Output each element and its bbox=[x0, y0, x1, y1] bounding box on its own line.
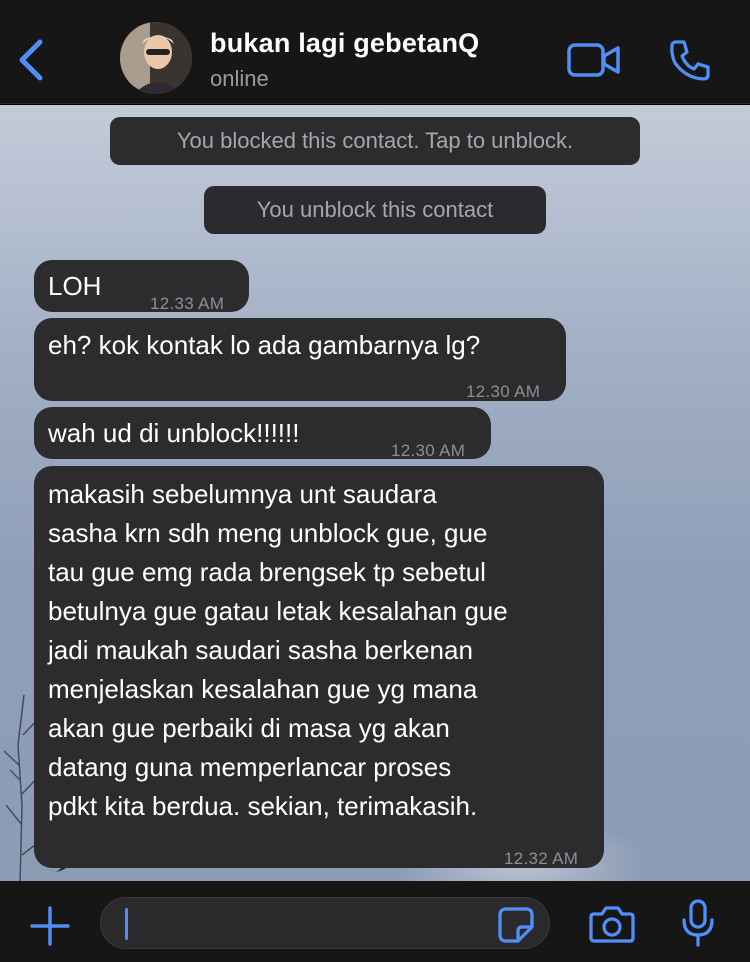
message-time: 12.30 AM bbox=[466, 382, 541, 401]
microphone-icon[interactable] bbox=[680, 898, 716, 948]
message-input[interactable] bbox=[100, 897, 550, 949]
message-bubble[interactable]: eh? kok kontak lo ada gambarnya lg? 12.3… bbox=[34, 318, 566, 401]
message-bubble[interactable]: makasih sebelumnya unt saudara sasha krn… bbox=[34, 466, 604, 872]
system-message-blocked[interactable]: You blocked this contact. Tap to unblock… bbox=[110, 117, 640, 165]
message-bubble[interactable]: LOH 12.33 AM bbox=[34, 260, 249, 313]
plus-icon[interactable] bbox=[28, 904, 72, 948]
message-bubble[interactable]: wah ud di unblock!!!!!! 12.30 AM bbox=[34, 407, 491, 460]
message-text: eh? kok kontak lo ada gambarnya lg? bbox=[48, 330, 481, 360]
message-text: makasih sebelumnya unt saudara sasha krn… bbox=[48, 479, 508, 821]
back-chevron-icon[interactable] bbox=[14, 36, 50, 84]
system-message-unblocked: You unblock this contact bbox=[204, 186, 546, 234]
message-time: 12.30 AM bbox=[391, 441, 466, 460]
message-text: wah ud di unblock!!!!!! bbox=[48, 418, 300, 448]
bubble-tail-icon bbox=[56, 852, 76, 872]
avatar[interactable] bbox=[120, 22, 192, 94]
chat-area[interactable]: You blocked this contact. Tap to unblock… bbox=[0, 105, 750, 881]
text-cursor bbox=[125, 908, 128, 940]
sticker-icon[interactable] bbox=[496, 905, 536, 945]
contact-status: online bbox=[210, 66, 269, 91]
video-camera-icon[interactable] bbox=[566, 40, 622, 80]
message-text: LOH bbox=[48, 271, 102, 301]
phone-icon[interactable] bbox=[666, 36, 714, 84]
message-time: 12.32 AM bbox=[504, 849, 579, 868]
chat-header: bukan lagi gebetanQ online bbox=[0, 0, 750, 104]
contact-name[interactable]: bukan lagi gebetanQ bbox=[210, 28, 479, 59]
camera-icon[interactable] bbox=[588, 902, 636, 946]
